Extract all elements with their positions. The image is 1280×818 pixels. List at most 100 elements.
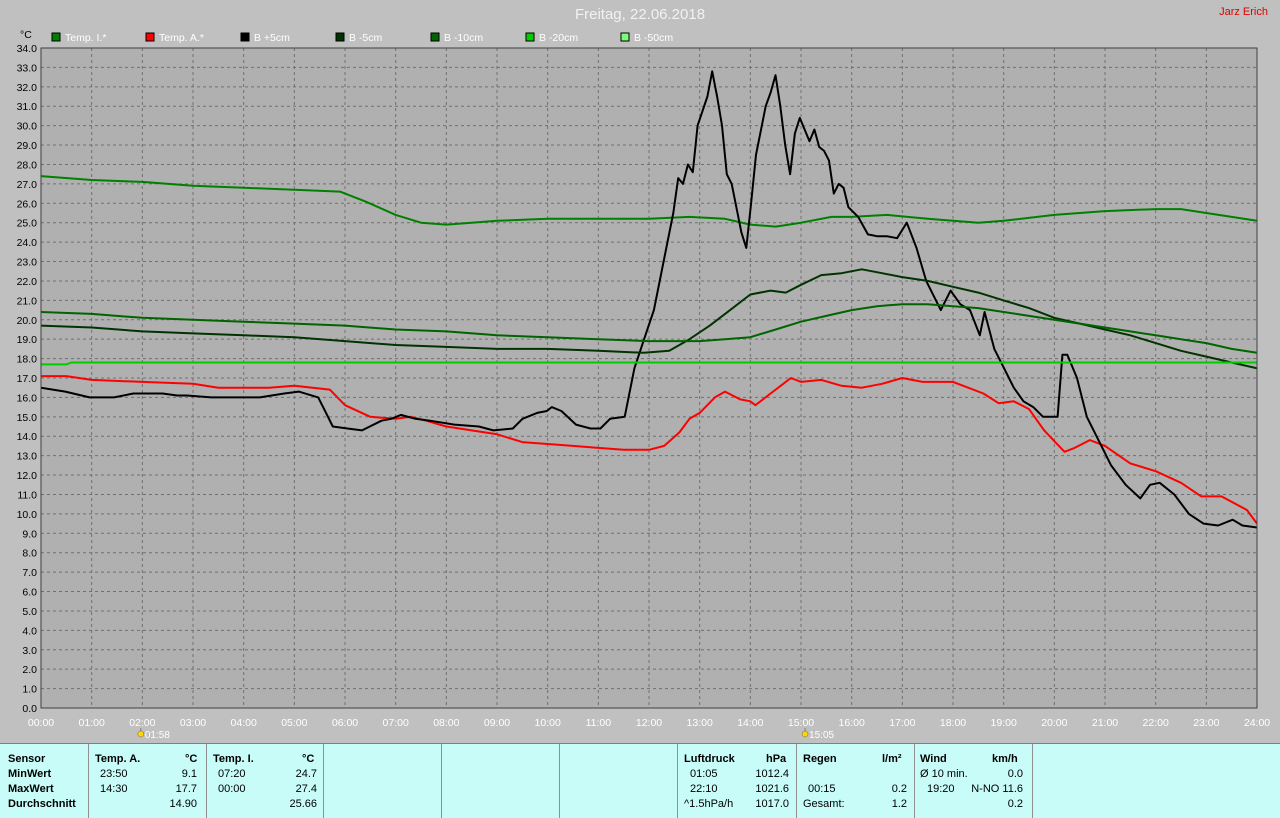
divider — [559, 744, 560, 818]
y-tick-label: 23.0 — [17, 257, 38, 269]
stats-panel: Sensor MinWert MaxWert Durchschnitt Temp… — [0, 743, 1280, 818]
rain-total-label: Gesamt: — [803, 798, 845, 810]
y-tick-label: 4.0 — [22, 625, 37, 637]
rain-time: 00:15 — [808, 783, 836, 795]
legend-swatch — [240, 32, 250, 42]
x-tick-label: 17:00 — [889, 717, 915, 729]
marker-label: 15:05 — [809, 730, 834, 741]
y-tick-label: 18.0 — [17, 354, 38, 366]
legend-label: B +5cm — [254, 32, 290, 44]
y-tick-label: 21.0 — [17, 295, 38, 307]
legend-label: Temp. I.* — [65, 32, 106, 44]
max-label: MaxWert — [8, 783, 54, 795]
x-tick-label: 22:00 — [1143, 717, 1169, 729]
x-tick-label: 20:00 — [1041, 717, 1067, 729]
temp-i-min-time: 07:20 — [218, 768, 246, 780]
x-tick-label: 13:00 — [687, 717, 713, 729]
wind-header: Wind — [920, 753, 947, 765]
legend-swatch — [51, 32, 61, 42]
wind-avg-label: Ø 10 min. — [920, 768, 968, 780]
y-tick-label: 1.0 — [22, 684, 37, 696]
x-tick-label: 18:00 — [940, 717, 966, 729]
temp-a-min: 9.1 — [181, 768, 197, 780]
x-tick-label: 01:00 — [79, 717, 105, 729]
sensor-header: Sensor — [8, 753, 46, 765]
divider — [206, 744, 207, 818]
y-tick-label: 7.0 — [22, 567, 37, 579]
rain-total: 1.2 — [891, 798, 907, 810]
y-tick-label: 30.0 — [17, 121, 38, 133]
pressure-header: Luftdruck — [684, 753, 735, 765]
y-tick-label: 33.0 — [17, 62, 38, 74]
temp-i-min: 24.7 — [295, 768, 317, 780]
rain-max: 0.2 — [891, 783, 907, 795]
y-tick-label: 15.0 — [17, 412, 38, 424]
divider — [88, 744, 89, 818]
sun-icon — [801, 730, 809, 738]
rain-header: Regen — [803, 753, 837, 765]
x-tick-label: 07:00 — [383, 717, 409, 729]
x-tick-label: 19:00 — [991, 717, 1017, 729]
pressure-max-time: 22:10 — [690, 783, 718, 795]
chart: 0.0 1.0 2.0 3.0 4.0 5.0 6.0 7.0 8.0 9.0 10.0 11.0 12… — [17, 29, 1271, 741]
divider — [914, 744, 915, 818]
temp-i-unit: °C — [302, 753, 315, 765]
temp-i-max: 27.4 — [295, 783, 317, 795]
divider — [796, 744, 797, 818]
x-tick-label: 14:00 — [737, 717, 763, 729]
sun-icon — [137, 730, 145, 738]
min-label: MinWert — [8, 768, 52, 780]
x-tick-label: 02:00 — [129, 717, 155, 729]
y-tick-label: 13.0 — [17, 451, 38, 463]
y-tick-label: 27.0 — [17, 179, 38, 191]
legend-swatch — [145, 32, 155, 42]
y-tick-label: 32.0 — [17, 82, 38, 94]
temp-a-unit: °C — [185, 753, 198, 765]
pressure-trend: 1017.0 — [755, 798, 789, 810]
legend-swatch — [620, 32, 630, 42]
pressure-min: 1012.4 — [755, 768, 789, 780]
pressure-trend-label: ^1.5hPa/h — [684, 798, 734, 810]
x-tick-label: 10:00 — [535, 717, 561, 729]
y-tick-label: 20.0 — [17, 315, 38, 327]
temp-a-max: 17.7 — [175, 783, 197, 795]
x-tick-label: 00:00 — [28, 717, 54, 729]
divider — [323, 744, 324, 818]
wind-avg: 0.0 — [1007, 768, 1023, 780]
legend-label: B -5cm — [349, 32, 383, 44]
x-tick-label: 11:00 — [586, 717, 612, 729]
y-tick-label: 19.0 — [17, 334, 38, 346]
y-axis-label: °C — [20, 29, 32, 41]
x-tick-label: 04:00 — [231, 717, 257, 729]
markers: 01:58 15:05 — [137, 728, 835, 741]
legend-swatch — [525, 32, 535, 42]
y-tick-label: 31.0 — [17, 101, 38, 113]
temp-a-min-time: 23:50 — [100, 768, 128, 780]
x-tick-label: 15:00 — [788, 717, 814, 729]
y-tick-label: 24.0 — [17, 237, 38, 249]
x-tick-label: 06:00 — [332, 717, 358, 729]
x-tick-label: 12:00 — [636, 717, 662, 729]
pressure-max: 1021.6 — [755, 783, 789, 795]
wind-max-time: 19:20 — [927, 783, 955, 795]
y-tick-label: 0.0 — [22, 703, 37, 715]
legend: Temp. I.* Temp. A.* B +5cm B -5cm B -10cm B -… — [51, 32, 673, 44]
divider — [441, 744, 442, 818]
rain-unit: l/m² — [882, 753, 902, 765]
y-tick-label: 22.0 — [17, 276, 38, 288]
y-tick-label: 10.0 — [17, 509, 38, 521]
temp-i-header: Temp. I. — [213, 753, 254, 765]
temp-i-avg: 25.66 — [289, 798, 317, 810]
y-tick-label: 3.0 — [22, 645, 37, 657]
legend-label: B -20cm — [539, 32, 578, 44]
wind-last: 0.2 — [1007, 798, 1023, 810]
legend-label: B -50cm — [634, 32, 673, 44]
y-tick-label: 16.0 — [17, 392, 38, 404]
divider — [1032, 744, 1033, 818]
x-tick-label: 23:00 — [1193, 717, 1219, 729]
y-axis: 0.0 1.0 2.0 3.0 4.0 5.0 6.0 7.0 8.0 9.0 10.0 11.0 12… — [17, 29, 38, 715]
pressure-unit: hPa — [766, 753, 787, 765]
y-tick-label: 9.0 — [22, 528, 37, 540]
y-tick-label: 28.0 — [17, 159, 38, 171]
x-tick-label: 16:00 — [839, 717, 865, 729]
